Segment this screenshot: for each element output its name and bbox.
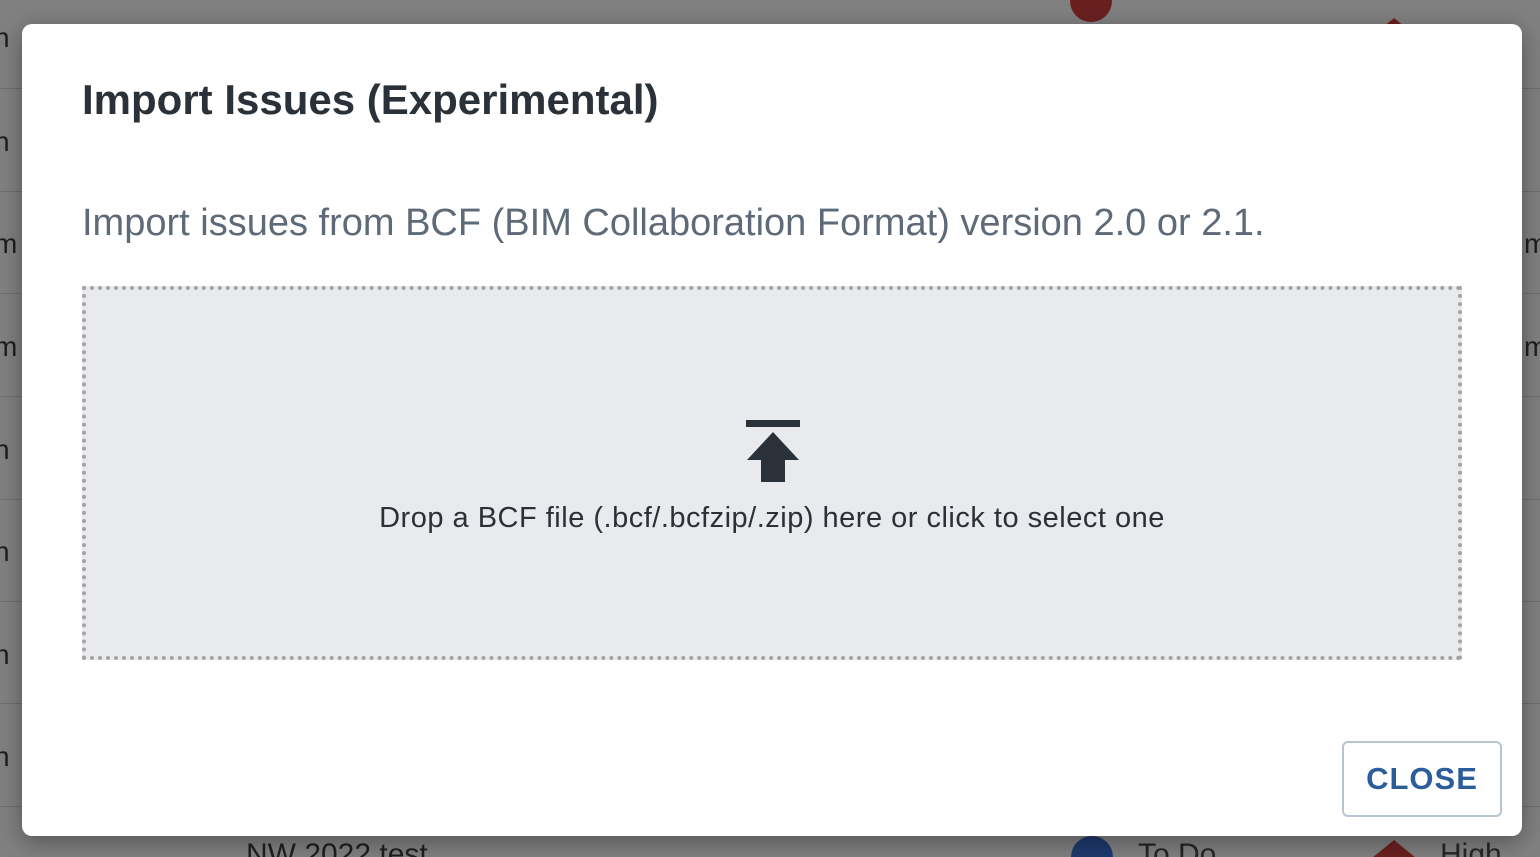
priority-high-icon	[1372, 840, 1416, 857]
list-item-fragment: m	[1524, 331, 1540, 362]
list-item-fragment: m	[0, 228, 18, 259]
list-item-fragment: m	[1524, 228, 1540, 259]
issue-priority: High	[1440, 838, 1502, 857]
list-item-fragment: n	[0, 741, 10, 772]
dialog-title: Import Issues (Experimental)	[82, 76, 659, 123]
bcf-file-dropzone[interactable]: Drop a BCF file (.bcf/.bcfzip/.zip) here…	[82, 286, 1462, 660]
status-icon	[1070, 0, 1112, 22]
issue-title: NW 2022 test	[246, 838, 428, 857]
list-item-fragment: n	[0, 536, 10, 567]
issue-status: To Do	[1138, 838, 1217, 857]
list-item-fragment: n	[0, 126, 10, 157]
close-button[interactable]: CLOSE	[1342, 741, 1502, 817]
import-issues-dialog: Import Issues (Experimental) Import issu…	[22, 24, 1522, 836]
list-item-fragment: m	[0, 331, 18, 362]
list-item-fragment: n	[0, 639, 10, 670]
list-item-fragment: n	[0, 434, 10, 465]
upload-icon	[746, 420, 800, 482]
dropzone-instructions: Drop a BCF file (.bcf/.bcfzip/.zip) here…	[379, 502, 1165, 534]
dialog-description: Import issues from BCF (BIM Collaboratio…	[82, 202, 1265, 244]
list-item-fragment: n	[0, 22, 10, 53]
status-todo-icon	[1071, 836, 1113, 857]
